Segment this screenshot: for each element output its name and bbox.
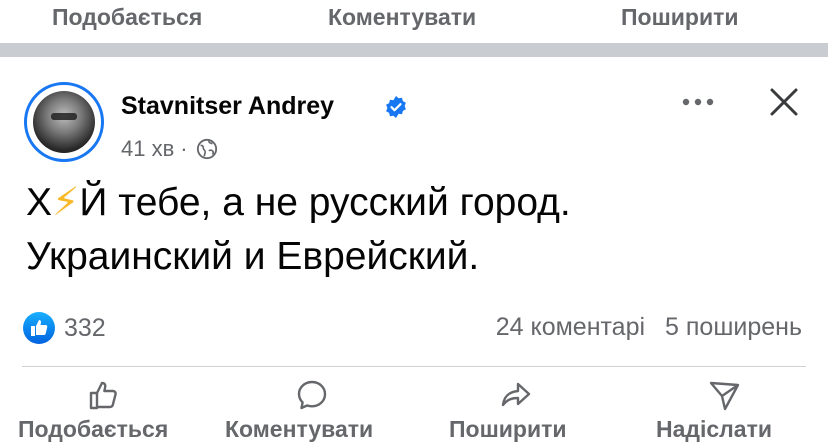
- like-reaction-icon: [23, 312, 55, 344]
- post-divider: [0, 43, 828, 57]
- send-icon: [709, 381, 740, 411]
- comment-button[interactable]: Коментувати: [210, 376, 410, 442]
- like-button[interactable]: Подобається: [0, 376, 200, 442]
- lightning-emoji: ⚡: [52, 181, 80, 224]
- post-text: Х⚡Й тебе, а не русский город. Украинский…: [26, 176, 571, 284]
- thumbs-up-icon: [89, 381, 117, 410]
- comment-icon: [297, 380, 327, 410]
- post-text-part: Х: [26, 181, 53, 224]
- share-button[interactable]: Поширити: [430, 376, 630, 442]
- avatar-photo: [33, 91, 95, 153]
- send-button[interactable]: Надіслати: [628, 376, 828, 442]
- post-time[interactable]: 41 хв: [121, 136, 174, 162]
- author-name[interactable]: Stavnitser Andrey: [121, 92, 334, 121]
- shares-count[interactable]: 5 поширень: [665, 313, 802, 342]
- verified-badge-icon: [386, 96, 406, 118]
- previous-post-action-bar: Подобається Коментувати Поширити: [0, 0, 828, 42]
- top-share-button[interactable]: Поширити: [621, 4, 738, 31]
- avatar[interactable]: [24, 82, 104, 162]
- post-text-part: Й тебе, а не русский город.: [79, 181, 571, 224]
- more-icon[interactable]: [680, 92, 716, 112]
- stats-separator: [22, 366, 806, 367]
- like-button-label: Подобається: [18, 416, 169, 442]
- globe-icon: [196, 138, 217, 160]
- post-text-line-1: Х⚡Й тебе, а не русский город.: [26, 176, 571, 230]
- meta-dot: ·: [180, 136, 188, 161]
- top-like-button[interactable]: Подобається: [52, 4, 202, 31]
- post-meta: 41 хв ·: [121, 136, 218, 162]
- share-button-label: Поширити: [449, 416, 567, 442]
- reactions-summary[interactable]: 332: [22, 311, 106, 345]
- share-icon: [501, 382, 531, 407]
- comment-button-label: Коментувати: [225, 416, 374, 442]
- post-text-line-2: Украинский и Еврейский.: [26, 235, 480, 278]
- reactions-count: 332: [64, 313, 106, 342]
- comments-count[interactable]: 24 коментарі: [496, 313, 645, 342]
- top-comment-button[interactable]: Коментувати: [328, 4, 476, 31]
- send-button-label: Надіслати: [656, 416, 772, 442]
- post-stats: 24 коментарі 5 поширень: [496, 313, 802, 342]
- close-icon[interactable]: [768, 86, 800, 118]
